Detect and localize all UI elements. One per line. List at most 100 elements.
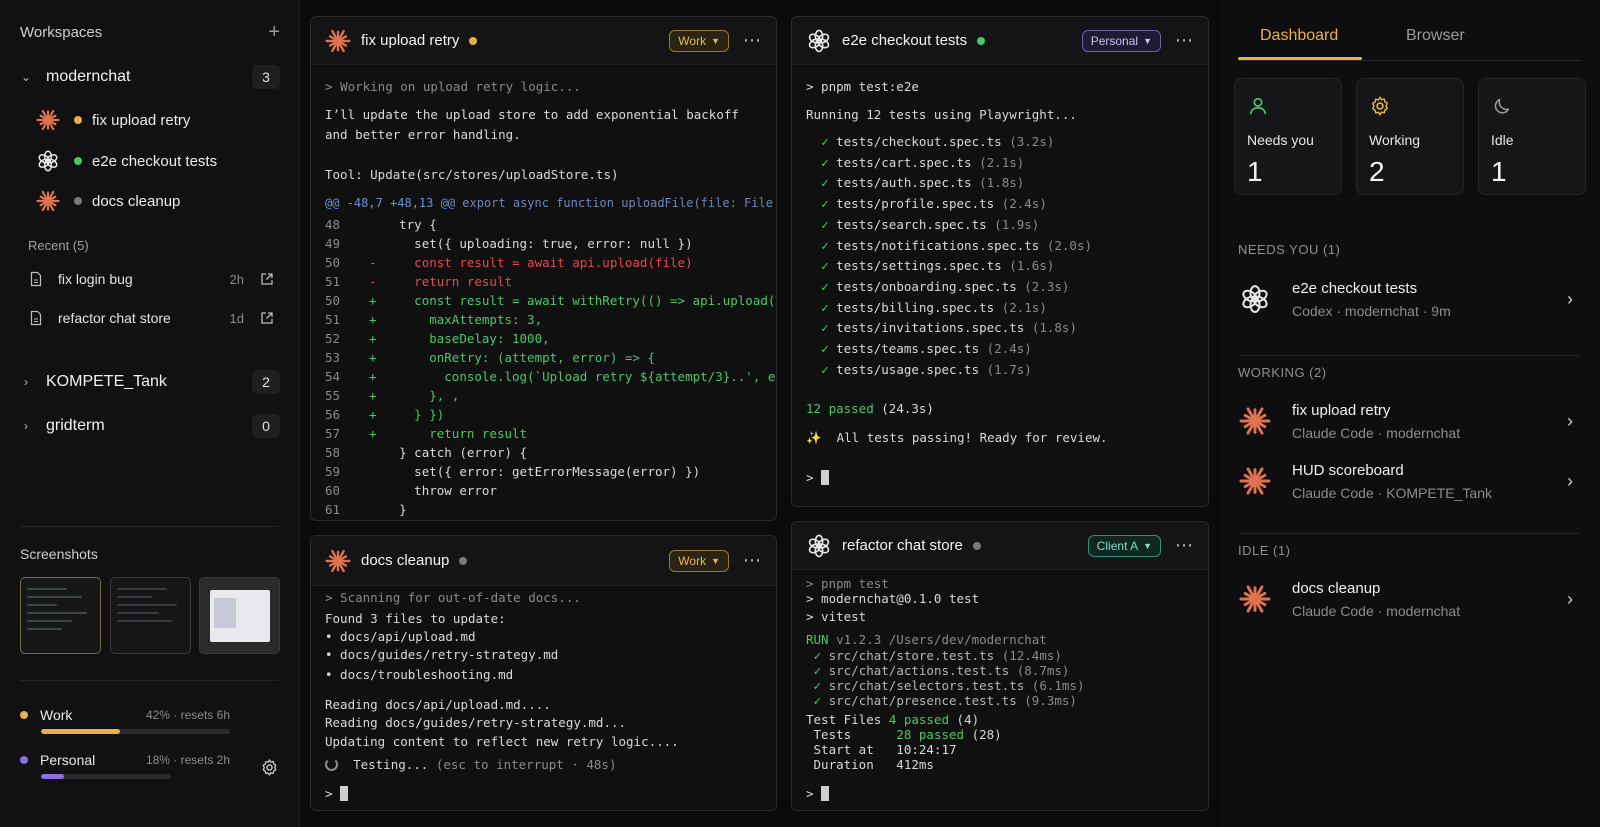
diff-line-added: 55 + }, , [325, 388, 460, 403]
status-dot [977, 36, 986, 45]
dashboard-item[interactable]: HUD scoreboard Claude Code · KOMPETE_Tank… [1238, 457, 1580, 505]
usage-bar [41, 729, 230, 734]
stat-card-idle[interactable]: Idle 1 [1478, 78, 1586, 195]
recent-title: Recent (5) [28, 238, 89, 253]
file-list-item: • docs/troubleshooting.md [325, 667, 514, 682]
status-dot [459, 556, 468, 565]
terminal-line: Reading docs/guides/retry-strategy.md... [325, 715, 627, 730]
check-icon: ✓ [821, 278, 829, 294]
more-options-icon[interactable]: ⋯ [743, 550, 762, 571]
usage-name: Personal [40, 752, 96, 768]
workspace-tag-dropdown[interactable]: Client A ▼ [1087, 534, 1161, 557]
test-result-row: ✓ src/chat/store.test.ts (12.4ms) [813, 648, 1062, 663]
terminal-line: Test Files 4 passed (4) [806, 712, 980, 727]
test-result-row: ✓ tests/teams.spec.ts (2.4s) [821, 341, 1032, 356]
check-icon: ✓ [813, 663, 822, 678]
terminal-prompt[interactable]: > [806, 470, 830, 485]
test-result-row: ✓ tests/settings.spec.ts (1.6s) [821, 258, 1055, 274]
tab-dashboard[interactable]: Dashboard [1260, 27, 1338, 45]
claude-icon [36, 108, 60, 132]
dashboard-item[interactable]: e2e checkout tests Codex · modernchat · 9… [1238, 275, 1580, 323]
cursor [821, 470, 830, 485]
claude-icon [1238, 404, 1272, 438]
screenshot-thumbnail[interactable] [20, 577, 101, 654]
terminal-line: Updating content to reflect new retry lo… [325, 734, 679, 749]
file-list-item: • docs/api/upload.md [325, 629, 476, 644]
terminal-line: Running 12 tests using Playwright... [806, 107, 1077, 122]
test-result-row: ✓ tests/notifications.spec.ts (2.0s) [821, 237, 1093, 253]
panel-title: fix upload retry [361, 32, 460, 49]
check-icon: ✓ [821, 216, 829, 232]
terminal-panel-refactor: refactor chat store Client A ▼ ⋯ > pnpm t… [791, 521, 1209, 811]
dashboard-item[interactable]: fix upload retry Claude Code · modernchat… [1238, 397, 1580, 445]
external-link-icon[interactable] [260, 311, 274, 325]
diff-hunk-header: @@ -48,7 +48,13 @@ export async function… [325, 196, 773, 210]
status-dot [74, 116, 82, 124]
diff-line-context: 60 throw error [325, 483, 497, 498]
more-options-icon[interactable]: ⋯ [1175, 30, 1194, 51]
gear-icon [1372, 96, 1388, 116]
recent-age: 2h [229, 271, 244, 287]
item-meta: Claude Code · KOMPETE_Tank [1292, 484, 1492, 501]
terminal-panel-docs: docs cleanup Work ▼ ⋯ > Scanning for out-… [310, 535, 777, 811]
check-icon: ✓ [821, 361, 829, 377]
external-link-icon[interactable] [260, 272, 274, 286]
more-options-icon[interactable]: ⋯ [743, 30, 762, 51]
dashboard-item[interactable]: docs cleanup Claude Code · modernchat › [1238, 575, 1580, 623]
panel-header: e2e checkout tests Personal ▼ ⋯ [792, 17, 1208, 65]
more-options-icon[interactable]: ⋯ [1175, 535, 1194, 556]
claude-icon [36, 189, 60, 213]
check-icon: ✓ [821, 196, 829, 212]
stat-label: Idle [1491, 132, 1514, 148]
workspace-tag-dropdown[interactable]: Personal ▼ [1081, 29, 1161, 52]
terminal-line: ✨ All tests passing! Ready for review. [806, 430, 1108, 445]
workspace-tag-dropdown[interactable]: Work ▼ [669, 549, 729, 572]
chevron-right-icon: › [1567, 288, 1573, 309]
tab-browser[interactable]: Browser [1406, 27, 1465, 45]
item-title: fix upload retry [1292, 401, 1391, 419]
terminal-line: RUN v1.2.3 /Users/dev/modernchat [806, 632, 1047, 647]
status-dot [469, 36, 478, 45]
screenshot-thumbnail[interactable] [110, 577, 191, 654]
stat-card-working[interactable]: Working 2 [1356, 78, 1464, 195]
active-tab-indicator [1238, 57, 1362, 60]
openai-icon [806, 533, 832, 559]
workspace-group-gridterm[interactable]: › gridterm 0 [18, 411, 280, 441]
check-icon: ✓ [821, 175, 829, 191]
test-result-row: ✓ tests/search.spec.ts (1.9s) [821, 216, 1040, 232]
terminal-line: > Scanning for out-of-date docs... [325, 590, 581, 605]
usage-detail: 18% · resets 2h [145, 753, 230, 767]
session-item[interactable]: e2e checkout tests [36, 145, 276, 177]
recent-age: 1d [229, 310, 244, 326]
openai-icon [36, 149, 60, 173]
recent-item[interactable]: fix login bug 2h [28, 264, 274, 294]
terminal-prompt[interactable]: > [806, 786, 830, 801]
divider [20, 680, 278, 681]
recent-label: fix login bug [58, 271, 133, 287]
terminal-line: > pnpm test [806, 576, 889, 591]
status-dot [74, 157, 82, 165]
check-icon: ✓ [813, 678, 822, 693]
settings-gear-icon[interactable] [260, 758, 279, 777]
workspace-group-kompete-tank[interactable]: › KOMPETE_Tank 2 [18, 367, 280, 397]
plus-icon[interactable]: + [268, 22, 280, 42]
chevron-right-icon: › [1567, 410, 1573, 431]
workspace-group-modernchat[interactable]: ⌄ modernchat 3 [18, 62, 280, 92]
check-icon: ✓ [821, 154, 829, 170]
recent-item[interactable]: refactor chat store 1d [28, 303, 274, 333]
chevron-down-icon: ▼ [711, 555, 720, 566]
terminal-prompt[interactable]: > [325, 786, 349, 801]
section-title-working: WORKING (2) [1238, 365, 1327, 380]
test-result-row: ✓ tests/cart.spec.ts (2.1s) [821, 154, 1025, 170]
session-item[interactable]: docs cleanup [36, 185, 276, 217]
progress-line: Testing... (esc to interrupt · 48s) [325, 757, 616, 772]
diff-line-removed: 51- return result [325, 274, 512, 289]
session-item[interactable]: fix upload retry [36, 104, 276, 136]
usage-personal: Personal 18% · resets 2h [20, 752, 230, 779]
diff-line-added: 54 + console.log(`Upload retry ${attempt/… [325, 369, 777, 384]
stat-card-needs-you[interactable]: Needs you 1 [1234, 78, 1342, 195]
screenshot-thumbnail[interactable] [199, 577, 280, 654]
chevron-down-icon: ▼ [1143, 540, 1152, 551]
workspace-tag-dropdown[interactable]: Work ▼ [669, 29, 729, 52]
chevron-down-icon: ▼ [711, 35, 720, 46]
